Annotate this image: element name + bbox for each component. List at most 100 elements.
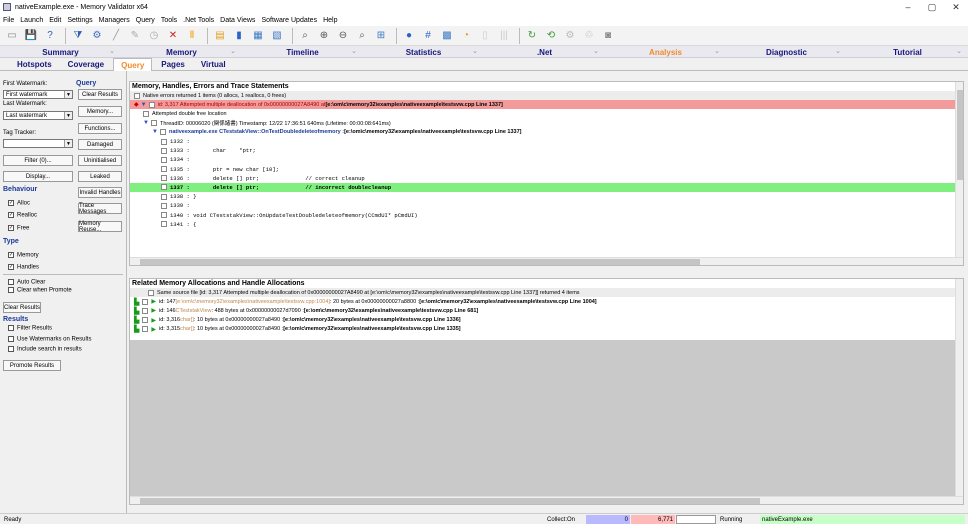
include-search-checkbox[interactable]: Include search in results [8, 346, 82, 353]
tree-row[interactable]: 1334 : [130, 155, 956, 164]
filter-results-checkbox[interactable]: Filter Results [8, 325, 52, 332]
pen-icon[interactable]: ✎ [127, 28, 143, 44]
close-button[interactable]: ✕ [944, 2, 968, 13]
chart-icon[interactable]: ▮ [231, 28, 247, 44]
scroll-thumb[interactable] [140, 498, 760, 504]
tree-row[interactable]: 1333 : char *ptr; [130, 146, 956, 155]
uninitialised-button[interactable]: Uninitialised [78, 155, 122, 166]
related-row[interactable]: ▙ ▶ id: 3,315 char[] : 10 bytes at 0x00000… [130, 325, 956, 334]
horizontal-scrollbar[interactable] [130, 496, 963, 504]
subtab-query[interactable]: Query [113, 58, 153, 71]
network-icon[interactable]: ⊞ [373, 28, 389, 44]
trace-messages-button[interactable]: Trace Messages [78, 203, 122, 215]
stop-icon[interactable]: ✕ [165, 28, 181, 44]
settings-icon[interactable]: ⚙ [89, 28, 105, 44]
related-row[interactable]: Same source file [id: 3,317 Attempted mu… [130, 288, 956, 298]
help-icon[interactable]: ? [42, 28, 58, 44]
invalid-handles-button[interactable]: Invalid Handles [78, 187, 122, 198]
snapshot-icon[interactable]: ▦ [250, 28, 266, 44]
functions-button[interactable]: Functions... [78, 123, 122, 134]
subtab-pages[interactable]: Pages [154, 58, 192, 71]
camera-icon[interactable]: ◙ [600, 28, 616, 44]
tree-row[interactable]: ◆ ▼ id: 3,317 Attempted multiple deallocat… [130, 100, 956, 110]
loop-green-icon[interactable]: ⟲ [543, 28, 559, 44]
subtab-virtual[interactable]: Virtual [194, 58, 233, 71]
menu-item-softwareupdates[interactable]: Software Updates [261, 17, 317, 24]
menu-item-query[interactable]: Query [136, 17, 155, 24]
memory-checkbox[interactable]: ✓ Memory [8, 252, 39, 259]
tree-row[interactable]: 1337 : delete [] ptr; // incorrect doubl… [130, 182, 956, 193]
tree-row[interactable]: 1341 : { [130, 220, 956, 229]
menu-item-settings[interactable]: Settings [67, 17, 92, 24]
realloc-checkbox[interactable]: ✓ Realloc [8, 212, 37, 219]
clear-results-button[interactable]: Clear Results [78, 89, 122, 100]
menu-item-launch[interactable]: Launch [20, 17, 43, 24]
subtab-hotspots[interactable]: Hotspots [10, 58, 59, 71]
related-row[interactable]: ▙ ▶ id: 3,316 char[] : 10 bytes at 0x00000… [130, 316, 956, 325]
find-icon[interactable]: ⌕ [354, 28, 370, 44]
clear-results-button-2[interactable]: Clear Results [3, 302, 41, 313]
search-icon[interactable]: ⌕ [297, 28, 313, 44]
clear-when-promote-checkbox[interactable]: Clear when Promote [8, 287, 72, 294]
zoom-out-icon[interactable]: ⊖ [335, 28, 351, 44]
new-icon[interactable]: ▭ [4, 28, 20, 44]
menu-item-file[interactable]: File [3, 17, 14, 24]
tree-row[interactable]: Attempted double free location [130, 109, 956, 118]
menu-item-managers[interactable]: Managers [99, 17, 130, 24]
tab-statistics[interactable]: Statistics ⌄ [363, 46, 484, 58]
tree-row[interactable]: ▼ ThreadID: 00006020 (関係諸書) Timestamp: 12… [130, 119, 956, 128]
filter-icon[interactable]: ⧩ [70, 28, 86, 44]
tree-row[interactable]: 1340 : void CTeststakView::OnUpdateTestD… [130, 210, 956, 219]
tree-row[interactable]: 1335 : ptr = new char [10]; [130, 165, 956, 174]
menu-item-nettools[interactable]: .Net Tools [183, 17, 214, 24]
tree-row[interactable]: 1332 : [130, 137, 956, 146]
timer-icon[interactable]: ◷ [146, 28, 162, 44]
auto-clear-checkbox[interactable]: Auto Clear [8, 279, 45, 286]
related-row[interactable]: ▙ ▶ id: 146 CTeststakView : 488 bytes at 0… [130, 306, 956, 315]
related-row[interactable]: ▙ ▶ id: 147 [e:\om\c\memory32\examples\nat… [130, 297, 956, 306]
minimize-button[interactable]: – [896, 2, 920, 12]
zoom-in-icon[interactable]: ⊕ [316, 28, 332, 44]
expand-icon[interactable]: ▼ [152, 129, 158, 135]
vertical-scrollbar[interactable] [955, 279, 963, 504]
menu-item-help[interactable]: Help [323, 17, 337, 24]
vertical-scrollbar[interactable] [955, 82, 963, 259]
memory-icon[interactable]: ▩ [439, 28, 455, 44]
tab-tutorial[interactable]: Tutorial ⌄ [847, 46, 968, 58]
tab-diagnostic[interactable]: Diagnostic ⌄ [726, 46, 847, 58]
tree-row[interactable]: ▼ nativeexample.exe CTeststakView::OnTest… [130, 128, 956, 137]
printer-icon[interactable]: ▯ [477, 28, 493, 44]
save-icon[interactable]: 💾 [23, 28, 39, 44]
expand-icon[interactable]: ▼ [141, 102, 147, 108]
expand-icon[interactable]: ▶ [151, 326, 156, 333]
tab-memory[interactable]: Memory ⌄ [121, 46, 242, 58]
pie-icon[interactable]: ◔ [458, 28, 474, 44]
tree-row[interactable]: 1338 : } [130, 192, 956, 201]
expand-icon[interactable]: ▼ [143, 120, 149, 126]
tree-row[interactable]: 1339 : [130, 201, 956, 210]
first-watermark-select[interactable]: First watermark ▼ [3, 90, 73, 99]
menu-item-edit[interactable]: Edit [49, 17, 61, 24]
free-checkbox[interactable]: ✓ Free [8, 225, 29, 232]
damaged-button[interactable]: Damaged [78, 139, 122, 150]
gear-gray-icon[interactable]: ⚙ [562, 28, 578, 44]
handles-checkbox[interactable]: ✓ Handles [8, 264, 39, 271]
tab-timeline[interactable]: Timeline ⌄ [242, 46, 363, 58]
expand-icon[interactable]: ▶ [151, 317, 156, 324]
expand-icon[interactable]: ▶ [151, 298, 156, 305]
tag-tracker-select[interactable]: ▼ [3, 139, 73, 148]
use-watermarks-checkbox[interactable]: Use Watermarks on Results [8, 336, 91, 343]
drop-icon[interactable]: ● [401, 28, 417, 44]
last-watermark-select[interactable]: Last watermark ▼ [3, 111, 73, 120]
bars-icon[interactable]: ||| [496, 28, 512, 44]
scroll-thumb[interactable] [140, 259, 700, 265]
expand-icon[interactable]: ▶ [151, 307, 156, 314]
compare-icon[interactable]: ▧ [269, 28, 285, 44]
alloc-checkbox[interactable]: ✓ Alloc [8, 200, 30, 207]
maximize-button[interactable]: ▢ [920, 2, 944, 13]
filter-button[interactable]: Filter (0)... [3, 155, 73, 166]
refresh-green-icon[interactable]: ↻ [524, 28, 540, 44]
tab-net[interactable]: .Net ⌄ [484, 46, 605, 58]
recycle-icon[interactable]: ♲ [581, 28, 597, 44]
tree-row[interactable]: Native errors returned 1 items (0 allocs… [130, 91, 956, 101]
